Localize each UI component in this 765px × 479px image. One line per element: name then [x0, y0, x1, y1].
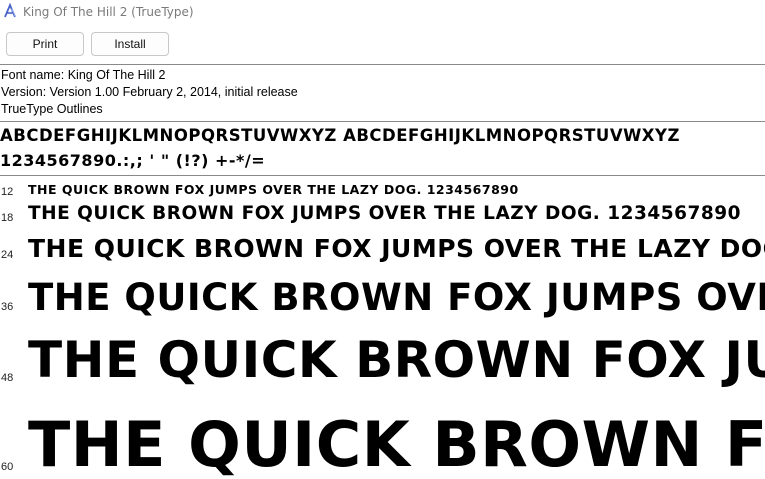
- sample-text-24: THE QUICK BROWN FOX JUMPS OVER THE LAZY …: [28, 234, 765, 263]
- glyph-divider: [0, 175, 765, 176]
- print-button[interactable]: Print: [6, 32, 84, 56]
- font-name-info: Font name: King Of The Hill 2: [1, 68, 166, 82]
- size-label-36: 36: [1, 301, 14, 313]
- size-label-18: 18: [1, 212, 14, 224]
- info-divider: [0, 121, 765, 122]
- size-label-24: 24: [1, 249, 14, 261]
- glyph-line-symbols: 1234567890.:,; ' " (!?) +-*/=: [0, 151, 266, 170]
- sample-text-18: THE QUICK BROWN FOX JUMPS OVER THE LAZY …: [28, 203, 741, 224]
- font-version-info: Version: Version 1.00 February 2, 2014, …: [1, 85, 298, 99]
- toolbar-divider: [0, 64, 765, 65]
- sample-text-60: THE QUICK BROWN FOX JUMPS: [28, 408, 765, 479]
- size-label-12: 12: [1, 186, 14, 198]
- title-bar: King Of The Hill 2 (TrueType): [0, 0, 765, 24]
- font-outline-info: TrueType Outlines: [1, 102, 103, 116]
- window-title: King Of The Hill 2 (TrueType): [23, 5, 194, 19]
- install-button[interactable]: Install: [91, 32, 169, 56]
- font-file-icon: [2, 2, 18, 19]
- sample-text-36: THE QUICK BROWN FOX JUMPS OVER THE LAZY …: [28, 276, 765, 319]
- sample-text-48: THE QUICK BROWN FOX JUMPS OVER: [28, 331, 765, 389]
- size-label-48: 48: [1, 372, 14, 384]
- font-preview-window: King Of The Hill 2 (TrueType) Print Inst…: [0, 0, 765, 479]
- glyph-line-letters: ABCDEFGHIJKLMNOPQRSTUVWXYZ ABCDEFGHIJKLM…: [0, 126, 680, 145]
- size-label-60: 60: [1, 461, 14, 473]
- sample-text-12: THE QUICK BROWN FOX JUMPS OVER THE LAZY …: [28, 182, 519, 197]
